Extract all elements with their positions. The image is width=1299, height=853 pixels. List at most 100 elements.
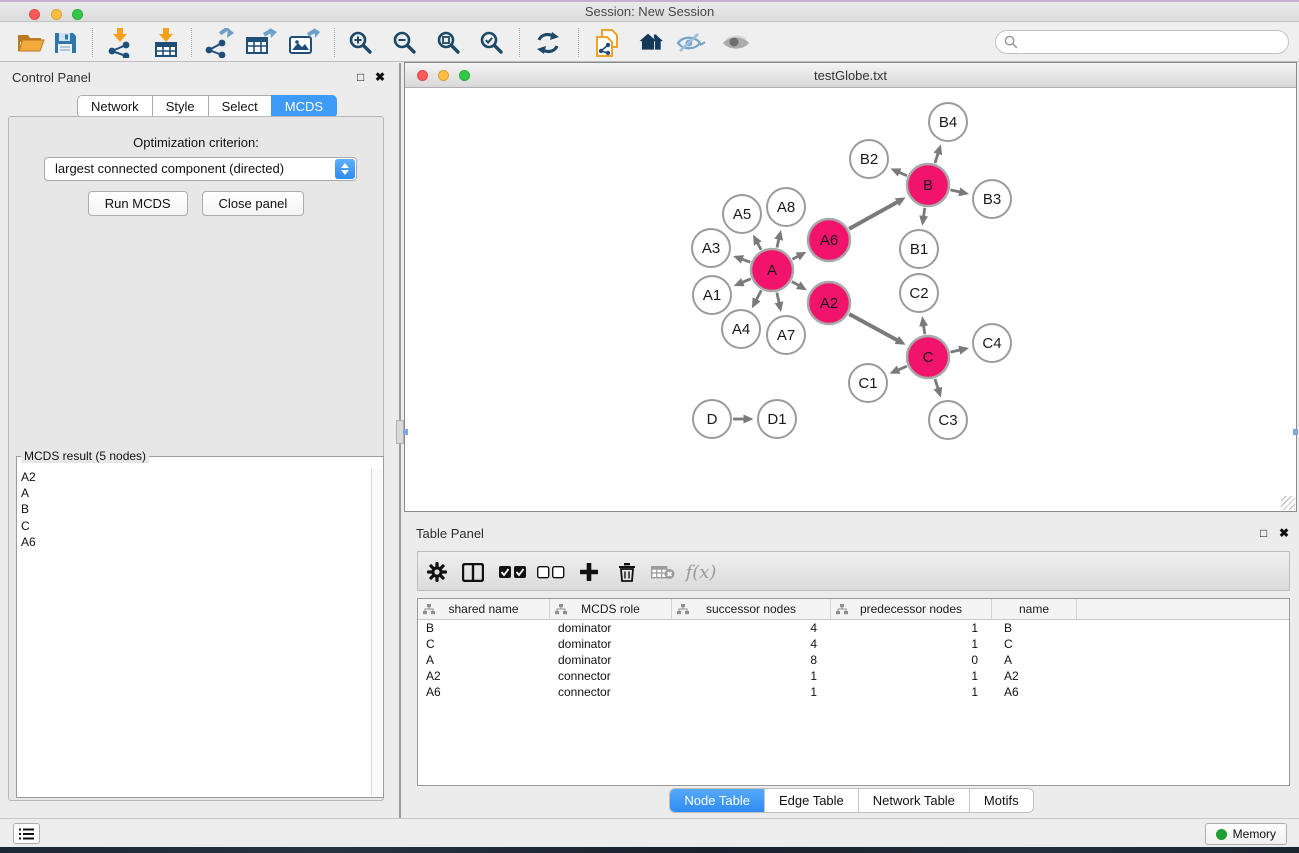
table-row[interactable]: A6connector11A6	[418, 684, 1289, 700]
create-column-icon[interactable]	[573, 556, 605, 588]
table-row[interactable]: Adominator80A	[418, 652, 1289, 668]
edge-A-A6[interactable]	[792, 256, 798, 259]
search-field[interactable]	[995, 30, 1289, 54]
export-network-icon[interactable]	[203, 28, 235, 58]
cell-predecessor-nodes: 0	[831, 652, 992, 668]
show-graphics-details-icon[interactable]	[720, 28, 752, 58]
duplicate-network-icon[interactable]	[591, 28, 623, 58]
memory-button[interactable]: Memory	[1205, 823, 1287, 845]
desktop-strip-bottom	[0, 847, 1299, 853]
network-title-bar[interactable]: testGlobe.txt	[405, 63, 1296, 88]
cell-shared-name: A	[418, 652, 550, 668]
edge-C-C3[interactable]	[935, 379, 938, 389]
tab-motifs[interactable]: Motifs	[969, 789, 1033, 812]
node-label-C3: C3	[938, 412, 957, 429]
cell-successor-nodes: 4	[672, 636, 831, 652]
edge-C-C1[interactable]	[898, 366, 907, 370]
zoom-in-icon[interactable]	[345, 28, 377, 58]
import-table-icon[interactable]	[150, 28, 182, 58]
table-float-panel-icon[interactable]: □	[1260, 526, 1267, 540]
column-header-predecessor-nodes[interactable]: predecessor nodes	[831, 599, 992, 619]
maximize-traffic-light[interactable]	[72, 9, 83, 20]
network-canvas[interactable]: B4B2BB3A5A8A6A3AB1A1A2C2A4A7C4CC1DD1C3	[405, 89, 1296, 511]
criterion-dropdown[interactable]: largest connected component (directed)	[44, 157, 357, 181]
table-close-panel-icon[interactable]: ✖	[1279, 526, 1289, 540]
frame-handle-right[interactable]	[1293, 429, 1298, 435]
network-close-traffic-light[interactable]	[417, 70, 428, 81]
column-header-shared-name[interactable]: shared name	[418, 599, 550, 619]
show-columns-icon[interactable]	[457, 556, 489, 588]
float-panel-icon[interactable]: □	[357, 70, 364, 84]
tab-edge-table[interactable]: Edge Table	[764, 789, 858, 812]
delete-columns-trash-icon[interactable]	[611, 556, 643, 588]
result-list-item[interactable]: A6	[21, 534, 369, 550]
network-graph[interactable]: B4B2BB3A5A8A6A3AB1A1A2C2A4A7C4CC1DD1C3	[405, 89, 1296, 512]
edge-C-C2[interactable]	[924, 326, 925, 335]
edge-A-A2[interactable]	[792, 282, 799, 286]
edge-C-C4[interactable]	[950, 350, 959, 352]
table-toolbar: f(x)	[417, 551, 1290, 591]
homes-icon[interactable]	[632, 28, 664, 58]
column-header-name[interactable]: name	[992, 599, 1077, 619]
dropdown-stepper-icon[interactable]	[335, 159, 355, 179]
edge-A-A7[interactable]	[777, 292, 779, 302]
tab-network-table[interactable]: Network Table	[858, 789, 969, 812]
edge-A2-C[interactable]	[849, 314, 897, 340]
result-list-item[interactable]: C	[21, 518, 369, 534]
node-label-C1: C1	[858, 375, 877, 392]
tab-style[interactable]: Style	[152, 95, 209, 118]
table-row[interactable]: Cdominator41C	[418, 636, 1289, 652]
zoom-out-icon[interactable]	[389, 28, 421, 58]
tab-node-table[interactable]: Node Table	[670, 789, 764, 812]
hide-graphics-details-icon[interactable]	[675, 28, 707, 58]
tab-select[interactable]: Select	[208, 95, 272, 118]
frame-handle-left[interactable]	[403, 429, 408, 435]
refresh-icon[interactable]	[532, 28, 564, 58]
close-panel-icon[interactable]: ✖	[375, 70, 385, 84]
edge-A-A5[interactable]	[758, 243, 762, 250]
result-scrollbar[interactable]	[371, 469, 382, 796]
cell-successor-nodes: 8	[672, 652, 831, 668]
tab-network[interactable]: Network	[77, 95, 153, 118]
delete-table-icon[interactable]	[647, 556, 679, 588]
export-image-icon[interactable]	[288, 28, 320, 58]
table-row[interactable]: Bdominator41B	[418, 620, 1289, 636]
open-folder-icon[interactable]	[15, 28, 47, 58]
table-tabs: Node TableEdge TableNetwork TableMotifs	[669, 788, 1033, 813]
tab-mcds[interactable]: MCDS	[271, 95, 337, 118]
result-list-item[interactable]: A	[21, 485, 369, 501]
edge-A-A8[interactable]	[777, 239, 779, 247]
column-header-MCDS-role[interactable]: MCDS role	[550, 599, 672, 619]
minimize-traffic-light[interactable]	[51, 9, 62, 20]
deselect-all-icon[interactable]	[535, 556, 567, 588]
result-list-item[interactable]: A2	[21, 469, 369, 485]
close-panel-button[interactable]: Close panel	[202, 191, 305, 216]
network-minimize-traffic-light[interactable]	[438, 70, 449, 81]
edge-B-B1[interactable]	[924, 208, 925, 217]
result-list-item[interactable]: B	[21, 501, 369, 517]
cell-name: C	[992, 636, 1077, 652]
edge-A6-B[interactable]	[849, 202, 897, 229]
edge-A-A1[interactable]	[742, 279, 750, 282]
run-mcds-button[interactable]: Run MCDS	[88, 191, 188, 216]
network-maximize-traffic-light[interactable]	[459, 70, 470, 81]
search-input[interactable]	[1023, 35, 1288, 49]
edge-A-A4[interactable]	[756, 290, 761, 299]
task-history-button[interactable]	[13, 823, 40, 844]
table-row[interactable]: A2connector11A2	[418, 668, 1289, 684]
import-network-icon[interactable]	[104, 28, 136, 58]
export-table-icon[interactable]	[245, 28, 277, 58]
edge-B-B3[interactable]	[950, 190, 959, 192]
zoom-selected-icon[interactable]	[476, 28, 508, 58]
select-all-icon[interactable]	[497, 556, 529, 588]
edge-B-B2[interactable]	[899, 172, 907, 175]
edge-B-B4[interactable]	[935, 153, 938, 163]
close-traffic-light[interactable]	[29, 9, 40, 20]
resize-grip-icon[interactable]	[1281, 496, 1295, 510]
function-builder-icon[interactable]: f(x)	[681, 556, 721, 588]
column-header-successor-nodes[interactable]: successor nodes	[672, 599, 831, 619]
zoom-fit-icon[interactable]	[433, 28, 465, 58]
table-mode-gear-icon[interactable]	[421, 556, 453, 588]
edge-A-A3[interactable]	[742, 259, 750, 262]
save-icon[interactable]	[49, 28, 81, 58]
